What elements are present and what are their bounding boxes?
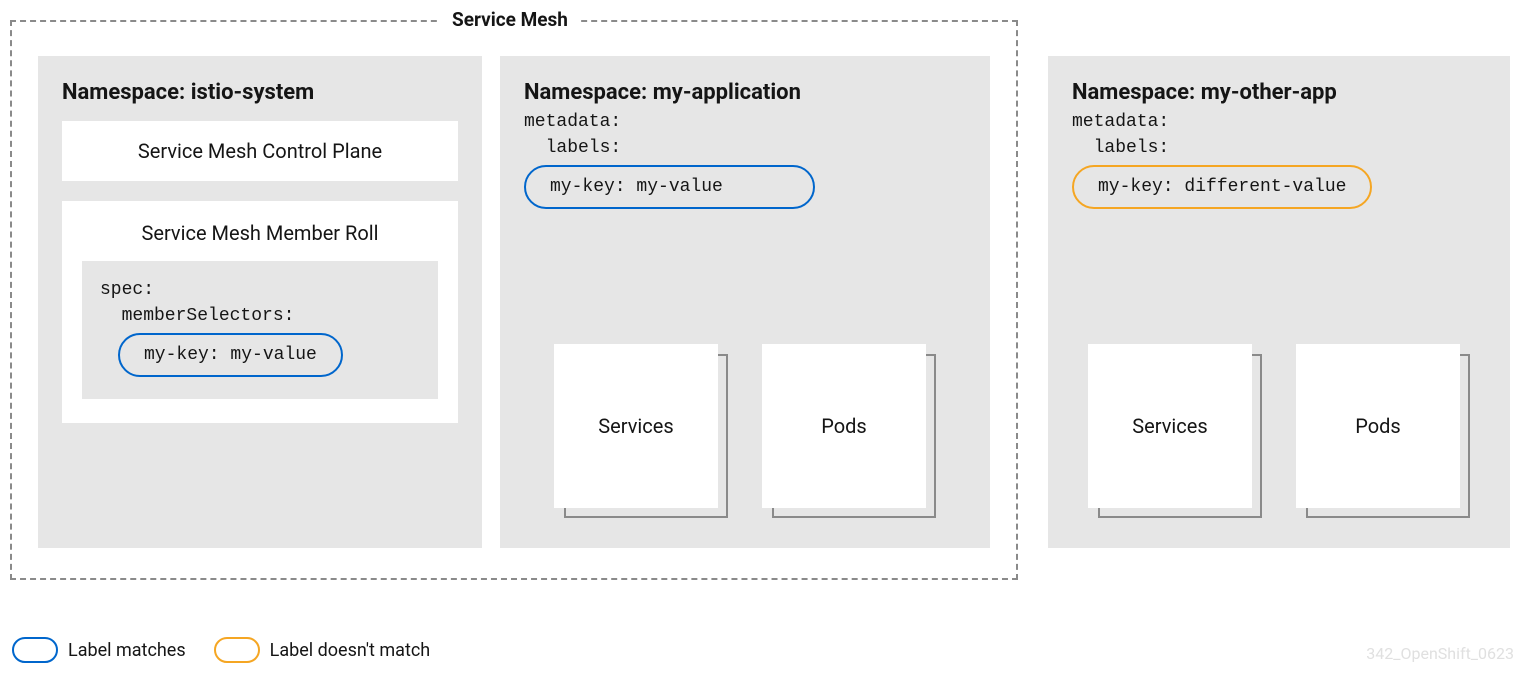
legend-swatch-blue xyxy=(12,637,58,663)
services-stack: Services xyxy=(1088,344,1262,518)
selector-pill-match: my-key: my-value xyxy=(118,333,343,377)
pods-card: Pods xyxy=(762,344,926,508)
services-stack: Services xyxy=(554,344,728,518)
control-plane-label: Service Mesh Control Plane xyxy=(138,139,382,163)
metadata-yaml: metadata: labels: xyxy=(524,109,966,161)
services-card: Services xyxy=(1088,344,1252,508)
watermark: 342_OpenShift_0623 xyxy=(1366,644,1514,663)
pods-stack: Pods xyxy=(762,344,936,518)
services-label: Services xyxy=(1132,414,1207,438)
namespace-istio-system: Namespace: istio-system Service Mesh Con… xyxy=(38,56,482,548)
pods-card: Pods xyxy=(1296,344,1460,508)
label-pill-nomatch: my-key: different-value xyxy=(1072,165,1372,209)
namespace-title: Namespace: my-other-app xyxy=(1072,80,1486,105)
service-mesh-label: Service Mesh xyxy=(440,8,580,31)
services-label: Services xyxy=(598,414,673,438)
pods-stack: Pods xyxy=(1296,344,1470,518)
pods-label: Pods xyxy=(821,414,867,438)
namespace-title: Namespace: my-application xyxy=(524,80,966,105)
legend-match: Label matches xyxy=(12,637,186,663)
member-roll-spec: spec: memberSelectors: my-key: my-value xyxy=(82,261,438,399)
namespace-my-application: Namespace: my-application metadata: labe… xyxy=(500,56,990,548)
resources-row: Services Pods xyxy=(500,344,990,518)
spec-yaml: spec: memberSelectors: xyxy=(100,277,420,329)
metadata-yaml: metadata: labels: xyxy=(1072,109,1486,161)
legend: Label matches Label doesn't match xyxy=(12,637,430,663)
namespace-my-other-app: Namespace: my-other-app metadata: labels… xyxy=(1048,56,1510,548)
legend-nomatch-label: Label doesn't match xyxy=(270,640,431,661)
control-plane-card: Service Mesh Control Plane xyxy=(62,121,458,181)
label-pill-match: my-key: my-value xyxy=(524,165,815,209)
legend-swatch-orange xyxy=(214,637,260,663)
namespace-title: Namespace: istio-system xyxy=(62,80,458,105)
legend-match-label: Label matches xyxy=(68,640,186,661)
services-card: Services xyxy=(554,344,718,508)
member-roll-card: Service Mesh Member Roll spec: memberSel… xyxy=(62,201,458,423)
pods-label: Pods xyxy=(1355,414,1401,438)
legend-nomatch: Label doesn't match xyxy=(214,637,431,663)
member-roll-title: Service Mesh Member Roll xyxy=(82,221,438,245)
resources-row: Services Pods xyxy=(1048,344,1510,518)
